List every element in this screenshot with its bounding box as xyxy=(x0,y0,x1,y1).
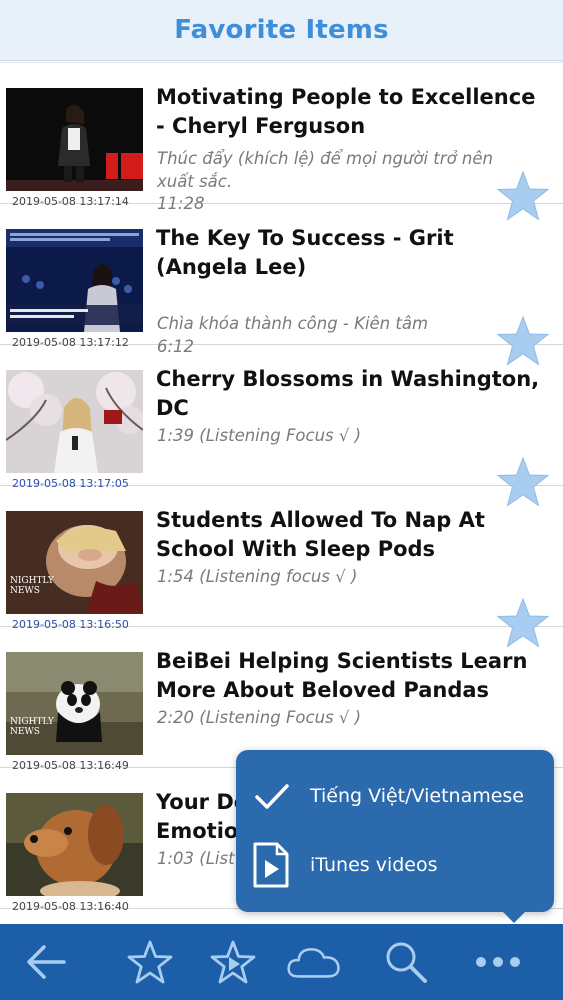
popover-arrow xyxy=(500,909,528,923)
popover-item-label: Tiếng Việt/Vietnamese xyxy=(310,785,525,807)
cloud-icon xyxy=(287,948,340,978)
search-icon xyxy=(386,942,427,983)
item-subtitle: Thúc đẩy (khích lệ) để mọi người trở nên… xyxy=(157,149,493,191)
item-title: The Key To Success - Grit (Angela Lee) xyxy=(156,226,454,279)
more-button[interactable] xyxy=(470,934,526,990)
star-play-icon xyxy=(210,940,256,984)
item-title: Motivating People to Excellence - Cheryl… xyxy=(156,85,536,138)
item-subtitle: 1:54 (Listening focus √ ) xyxy=(157,567,358,586)
checkmark-icon xyxy=(255,784,289,809)
popover-item-vietnamese[interactable]: Tiếng Việt/Vietnamese xyxy=(236,762,554,832)
popover-item-label: iTunes videos xyxy=(310,854,438,876)
video-file-icon xyxy=(253,842,289,888)
list-item[interactable]: NIGHTLY NEWS 2019-05-08 13:16:50 Student… xyxy=(0,486,563,648)
favorite-videos-button[interactable] xyxy=(205,934,261,990)
search-button[interactable] xyxy=(378,934,434,990)
logo-line: NEWS xyxy=(10,727,40,737)
cloud-button[interactable] xyxy=(286,934,342,990)
options-popover: Tiếng Việt/Vietnamese iTunes videos xyxy=(236,750,554,912)
item-subtitle: 2:20 (Listening Focus √ ) xyxy=(157,708,362,727)
logo-line: NIGHTLY xyxy=(10,717,54,727)
item-subtitle: 1:39 (Listening Focus √ ) xyxy=(157,426,362,445)
list-item[interactable]: 2019-05-08 13:17:12 The Key To Success -… xyxy=(0,204,563,366)
logo-line: NIGHTLY xyxy=(10,576,54,586)
video-thumbnail[interactable] xyxy=(6,793,143,896)
list-item[interactable]: NIGHTLY NEWS 2019-05-08 13:16:49 BeiBei … xyxy=(0,627,563,772)
item-title: BeiBei Helping Scientists Learn More Abo… xyxy=(156,649,528,702)
saved-date: 2019-05-08 13:16:40 xyxy=(12,900,129,913)
favorites-button[interactable] xyxy=(122,934,178,990)
list-item[interactable]: 2019-05-08 13:17:14 Motivating People to… xyxy=(0,62,563,221)
back-arrow-icon xyxy=(27,945,66,979)
star-outline-icon xyxy=(127,940,173,984)
video-thumbnail[interactable] xyxy=(6,88,143,191)
item-title: Cherry Blossoms in Washington, DC xyxy=(156,367,540,420)
nav-bar: Favorite Items xyxy=(0,0,563,61)
item-title: Students Allowed To Nap At School With S… xyxy=(156,508,485,561)
page-title: Favorite Items xyxy=(174,15,389,45)
back-button[interactable] xyxy=(18,934,74,990)
video-thumbnail[interactable] xyxy=(6,511,143,614)
video-thumbnail[interactable] xyxy=(6,229,143,332)
list-item[interactable]: 2019-05-08 13:17:05 Cherry Blossoms in W… xyxy=(0,345,563,507)
bottom-toolbar xyxy=(0,924,563,1000)
logo-line: NEWS xyxy=(10,586,40,596)
popover-item-itunes-videos[interactable]: iTunes videos xyxy=(236,832,554,902)
nightly-news-logo: NIGHTLY NEWS xyxy=(10,576,54,596)
video-thumbnail[interactable] xyxy=(6,370,143,473)
more-icon xyxy=(476,957,520,967)
nightly-news-logo: NIGHTLY NEWS xyxy=(10,717,54,737)
video-thumbnail[interactable] xyxy=(6,652,143,755)
item-subtitle: Chìa khóa thành công - Kiên tâm xyxy=(157,314,429,333)
